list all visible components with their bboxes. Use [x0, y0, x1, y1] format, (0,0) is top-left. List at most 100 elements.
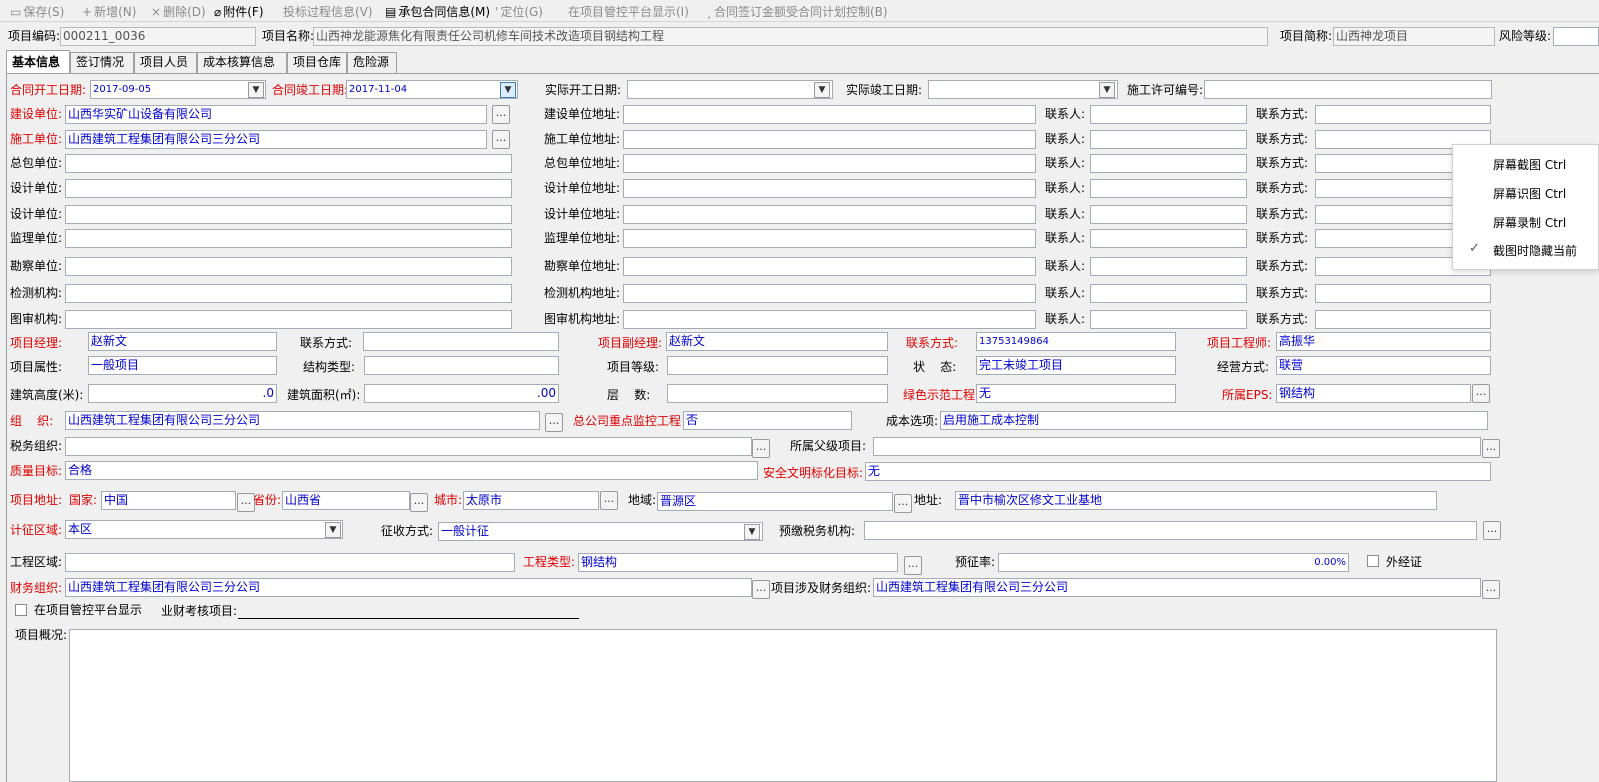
tab-hazard[interactable]: 危险源	[347, 52, 397, 73]
rate-field[interactable]: 0.00%	[998, 553, 1349, 572]
locate-button[interactable]: ' 定位(G)	[495, 3, 543, 20]
eps-field[interactable]: 钢结构	[1276, 384, 1471, 403]
unit-address-field[interactable]	[623, 130, 1036, 149]
finance-org-field[interactable]: 山西建筑工程集团有限公司三分公司	[65, 578, 752, 597]
show-platform-checkbox[interactable]	[15, 604, 27, 616]
permit-field[interactable]	[1204, 80, 1492, 99]
add-button[interactable]: + 新增(N)	[82, 3, 136, 20]
property-field[interactable]: 一般项目	[88, 356, 277, 375]
unit-name-field[interactable]	[65, 284, 512, 303]
region-ellipsis-button[interactable]: ...	[894, 494, 912, 513]
save-button[interactable]: ▭ 保存(S)	[10, 3, 64, 20]
province-ellipsis-button[interactable]: ...	[410, 493, 428, 512]
assess-project-field[interactable]	[238, 618, 579, 619]
bid-process-button[interactable]: 投标过程信息(V)	[283, 3, 373, 20]
contact-person-field[interactable]	[1090, 130, 1247, 149]
unit-name-field[interactable]	[65, 205, 512, 224]
city-ellipsis-button[interactable]: ...	[600, 491, 618, 510]
contract-end-field[interactable]: 2017-11-04	[346, 80, 518, 99]
unit-name-field[interactable]	[65, 310, 512, 329]
grade-field[interactable]	[667, 356, 888, 375]
unit-ellipsis-button[interactable]: ...	[492, 105, 510, 124]
structure-field[interactable]	[364, 356, 559, 375]
contact-person-field[interactable]	[1090, 205, 1247, 224]
tab-cost-accounting[interactable]: 成本核算信息	[197, 52, 287, 73]
unit-address-field[interactable]	[623, 154, 1036, 173]
risk-level-field[interactable]	[1553, 27, 1599, 46]
unit-address-field[interactable]	[623, 229, 1036, 248]
height-field[interactable]: .0	[88, 384, 277, 403]
tax-method-field[interactable]: 一般计征	[438, 522, 763, 541]
contact-person-field[interactable]	[1090, 229, 1247, 248]
menu-item-hide-on-capture[interactable]: 截图时隐藏当前	[1493, 242, 1577, 259]
overview-textarea[interactable]	[69, 629, 1497, 782]
menu-item-screen-recognize[interactable]: 屏幕识图 Ctrl	[1493, 185, 1566, 202]
unit-address-field[interactable]	[623, 310, 1036, 329]
tab-personnel[interactable]: 项目人员	[134, 52, 197, 73]
prepay-tax-ellipsis-button[interactable]: ...	[1483, 521, 1501, 540]
region-field[interactable]: 晋源区	[657, 492, 893, 511]
project-name-field[interactable]: 山西神龙能源焦化有限责任公司机修车间技术改造项目钢结构工程	[313, 27, 1268, 46]
project-short-field[interactable]: 山西神龙项目	[1333, 27, 1495, 46]
deputy-field[interactable]: 赵新文	[666, 332, 888, 351]
contract-start-field[interactable]: 2017-09-05	[90, 80, 266, 99]
related-finance-field[interactable]: 山西建筑工程集团有限公司三分公司	[873, 578, 1481, 597]
contract-start-dropdown[interactable]: ▼	[248, 82, 264, 98]
contact-person-field[interactable]	[1090, 179, 1247, 198]
cost-option-field[interactable]: 启用施工成本控制	[940, 411, 1488, 430]
unit-name-field[interactable]	[65, 257, 512, 276]
safety-field[interactable]: 无	[865, 462, 1491, 481]
unit-name-field[interactable]	[65, 154, 512, 173]
contact-method-field[interactable]	[1315, 310, 1491, 329]
contract-amount-button[interactable]: ¸ 合同签订金额受合同计划控制(B)	[706, 3, 888, 20]
status-field[interactable]: 完工未竣工项目	[976, 356, 1176, 375]
province-field[interactable]: 山西省	[282, 491, 410, 510]
street-address-field[interactable]: 晋中市榆次区修文工业基地	[955, 491, 1437, 510]
contact-method-field[interactable]	[1315, 105, 1491, 124]
contact-person-field[interactable]	[1090, 257, 1247, 276]
unit-address-field[interactable]	[623, 179, 1036, 198]
pm-field[interactable]: 赵新文	[88, 332, 277, 351]
project-code-field[interactable]: 000211_0036	[60, 27, 256, 46]
unit-address-field[interactable]	[623, 205, 1036, 224]
delete-button[interactable]: × 删除(D)	[151, 3, 206, 20]
city-field[interactable]: 太原市	[463, 491, 599, 510]
tax-area-field[interactable]: 本区	[65, 520, 343, 539]
eng-type-ellipsis-button[interactable]: ...	[904, 556, 922, 575]
engineer-field[interactable]: 高振华	[1276, 332, 1491, 351]
key-project-field[interactable]: 否	[683, 411, 852, 430]
menu-item-screen-record[interactable]: 屏幕录制 Ctrl	[1493, 214, 1566, 231]
parent-project-field[interactable]	[873, 437, 1481, 456]
area-field[interactable]: .00	[364, 384, 559, 403]
deputy-contact-field[interactable]: 13753149864	[976, 332, 1176, 351]
menu-item-screenshot[interactable]: 屏幕截图 Ctrl	[1493, 156, 1566, 173]
finance-org-ellipsis-button[interactable]: ...	[752, 580, 770, 599]
show-platform-button[interactable]: 在项目管控平台显示(I)	[568, 3, 689, 20]
external-cert-checkbox[interactable]	[1367, 555, 1379, 567]
contact-person-field[interactable]	[1090, 105, 1247, 124]
unit-ellipsis-button[interactable]: ...	[492, 130, 510, 149]
actual-end-dropdown[interactable]: ▼	[1099, 82, 1115, 98]
attachment-button[interactable]: ⌀ 附件(F)	[214, 3, 264, 20]
mode-field[interactable]: 联营	[1276, 356, 1491, 375]
tax-org-field[interactable]	[65, 437, 752, 456]
unit-name-field[interactable]: 山西建筑工程集团有限公司三分公司	[65, 130, 487, 149]
eng-area-field[interactable]	[65, 553, 515, 572]
actual-start-field[interactable]	[627, 80, 833, 99]
actual-start-dropdown[interactable]: ▼	[814, 82, 830, 98]
contract-end-dropdown[interactable]: ▼	[500, 82, 516, 98]
tax-method-dropdown[interactable]: ▼	[744, 524, 760, 540]
org-field[interactable]: 山西建筑工程集团有限公司三分公司	[65, 411, 540, 430]
tax-org-ellipsis-button[interactable]: ...	[752, 439, 770, 458]
actual-end-field[interactable]	[928, 80, 1118, 99]
tab-signing[interactable]: 签订情况	[70, 52, 134, 73]
pm-contact-field[interactable]	[363, 332, 559, 351]
contact-person-field[interactable]	[1090, 284, 1247, 303]
country-field[interactable]: 中国	[101, 491, 236, 510]
unit-address-field[interactable]	[623, 257, 1036, 276]
tab-warehouse[interactable]: 项目仓库	[287, 52, 347, 73]
floors-field[interactable]	[667, 384, 888, 403]
contract-info-button[interactable]: ▤ 承包合同信息(M)	[385, 3, 490, 20]
contact-person-field[interactable]	[1090, 154, 1247, 173]
org-ellipsis-button[interactable]: ...	[545, 413, 563, 432]
